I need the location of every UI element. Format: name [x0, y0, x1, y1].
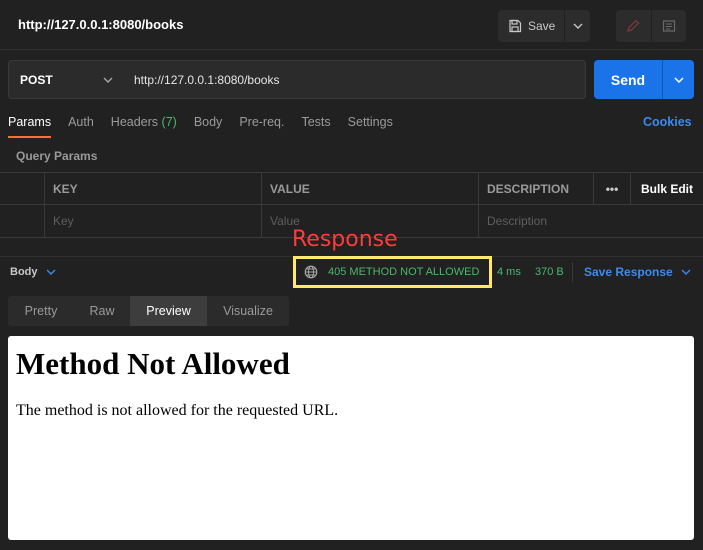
- url-input[interactable]: http://127.0.0.1:8080/books: [123, 60, 586, 99]
- tab-headers[interactable]: Headers (7): [111, 114, 177, 138]
- preview-heading: Method Not Allowed: [16, 346, 290, 381]
- send-button-group: Send: [594, 60, 694, 99]
- tab-body[interactable]: Body: [194, 114, 223, 138]
- status-highlight: 405 METHOD NOT ALLOWED: [293, 256, 492, 288]
- description-input[interactable]: Description: [479, 205, 703, 237]
- query-params-heading: Query Params: [16, 149, 98, 163]
- preview-text: The method is not allowed for the reques…: [16, 402, 339, 419]
- save-label: Save: [528, 19, 556, 33]
- tab-pretty[interactable]: Pretty: [8, 296, 74, 326]
- pencil-icon: [627, 19, 640, 32]
- method-select[interactable]: POST: [8, 60, 124, 99]
- key-column-header: KEY: [45, 173, 262, 204]
- tab-label: Auth: [68, 115, 94, 129]
- tab-label: Params: [8, 115, 52, 129]
- send-options-button[interactable]: [663, 60, 694, 99]
- more-options-button[interactable]: •••: [594, 173, 631, 204]
- tab-label: Settings: [347, 115, 393, 129]
- edit-button[interactable]: [616, 10, 651, 42]
- response-size[interactable]: 370 B: [535, 266, 564, 278]
- chevron-down-icon: [46, 269, 55, 275]
- description-column-header: DESCRIPTION: [479, 173, 594, 204]
- tab-settings[interactable]: Settings: [348, 114, 393, 138]
- headers-count: (7): [161, 115, 177, 129]
- tab-pre-request[interactable]: Pre-req.: [239, 114, 284, 138]
- tab-visualize[interactable]: Visualize: [207, 296, 289, 326]
- tab-label: Headers: [110, 115, 159, 129]
- tab-label: Body: [193, 115, 223, 129]
- tab-preview[interactable]: Preview: [130, 296, 207, 326]
- response-view-tabs: Pretty Raw Preview Visualize: [8, 296, 289, 326]
- row-checkbox-cell: [0, 205, 45, 237]
- tab-auth[interactable]: Auth: [68, 114, 94, 138]
- chevron-down-icon: [673, 76, 684, 83]
- globe-icon: [304, 265, 318, 279]
- tab-params[interactable]: Params: [8, 114, 52, 138]
- document-icon: [662, 20, 675, 32]
- divider: [572, 262, 573, 282]
- status-code[interactable]: 405 METHOD NOT ALLOWED: [328, 266, 479, 278]
- response-annotation: Response: [292, 227, 398, 252]
- checkbox-column-header: [0, 173, 45, 204]
- cookies-link[interactable]: Cookies: [643, 115, 692, 129]
- method-value: POST: [20, 72, 53, 87]
- response-time[interactable]: 4 ms: [497, 266, 521, 278]
- key-input[interactable]: Key: [45, 205, 262, 237]
- response-body-dropdown[interactable]: Body: [10, 266, 56, 278]
- bulk-edit-button[interactable]: Bulk Edit: [631, 173, 703, 204]
- chevron-down-icon: [103, 77, 113, 83]
- body-label: Body: [10, 266, 38, 278]
- tab-label: Pre-req.: [239, 115, 285, 129]
- save-icon: [509, 19, 522, 33]
- documentation-button[interactable]: [652, 10, 687, 42]
- save-button[interactable]: Save: [498, 10, 564, 42]
- tab-tests[interactable]: Tests: [301, 114, 330, 138]
- send-button[interactable]: Send: [594, 72, 662, 88]
- request-title[interactable]: http://127.0.0.1:8080/books: [18, 17, 183, 32]
- chevron-down-icon: [573, 23, 582, 29]
- view-tools: [616, 10, 686, 42]
- request-tabs: Params Auth Headers (7) Body Pre-req. Te…: [8, 114, 410, 138]
- save-options-button[interactable]: [565, 10, 590, 42]
- value-column-header: VALUE: [262, 173, 479, 204]
- save-button-group: Save: [498, 10, 590, 42]
- tab-raw[interactable]: Raw: [74, 296, 130, 326]
- table-header-row: KEY VALUE DESCRIPTION ••• Bulk Edit: [0, 173, 703, 205]
- url-value: http://127.0.0.1:8080/books: [134, 72, 280, 87]
- response-preview: Method Not Allowed The method is not all…: [8, 336, 694, 540]
- tab-label: Tests: [301, 115, 331, 129]
- save-response-label: Save Response: [584, 265, 673, 279]
- chevron-down-icon: [681, 269, 691, 275]
- save-response-button[interactable]: Save Response: [584, 265, 691, 279]
